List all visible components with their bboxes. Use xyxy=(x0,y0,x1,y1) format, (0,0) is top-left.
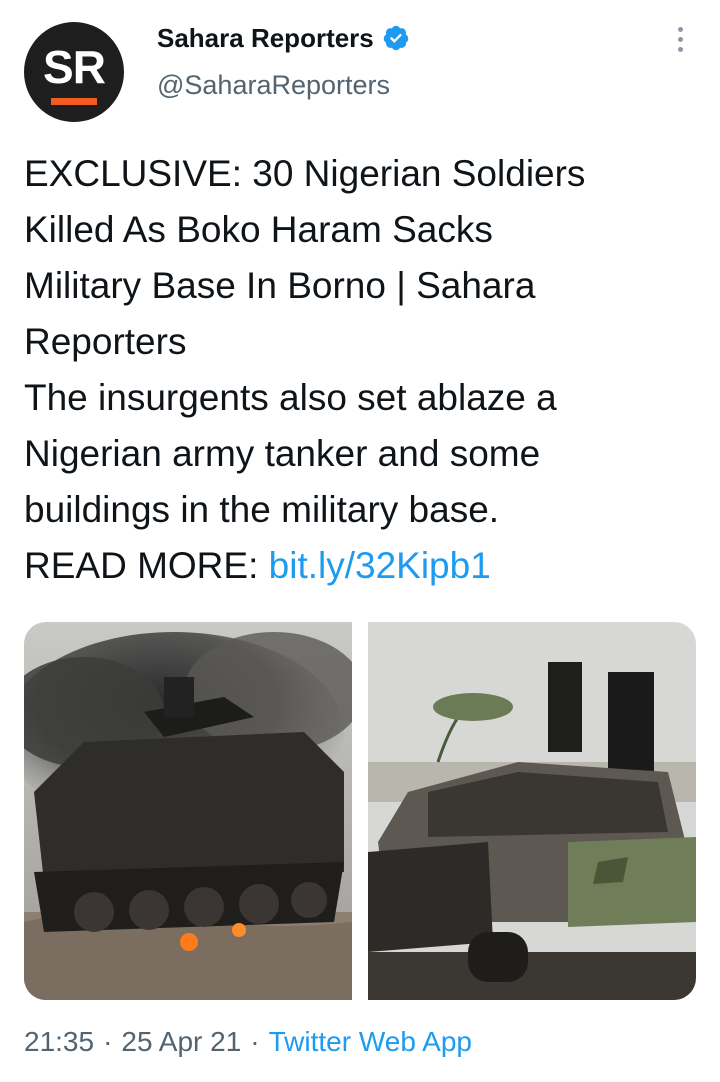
tweet-media[interactable] xyxy=(24,622,696,1000)
tweet-header: SR Sahara Reporters @SaharaReporters xyxy=(0,0,720,130)
display-name[interactable]: Sahara Reporters xyxy=(157,23,374,54)
read-more-link[interactable]: bit.ly/32Kipb1 xyxy=(269,545,491,586)
tweet-source-app[interactable]: Twitter Web App xyxy=(269,1026,472,1058)
avatar[interactable]: SR xyxy=(24,22,124,122)
tweet-meta: 21:35 · 25 Apr 21 · Twitter Web App xyxy=(24,1026,472,1058)
display-name-row[interactable]: Sahara Reporters xyxy=(157,20,410,56)
tweet-date[interactable]: 25 Apr 21 xyxy=(121,1026,241,1058)
tweet-body: EXCLUSIVE: 30 Nigerian Soldiers Killed A… xyxy=(24,153,586,586)
meta-separator: · xyxy=(103,1026,113,1057)
photo-burned-truck[interactable] xyxy=(368,622,696,1000)
handle[interactable]: @SaharaReporters xyxy=(157,70,390,101)
tweet-time[interactable]: 21:35 xyxy=(24,1026,94,1058)
photo-burned-tank[interactable] xyxy=(24,622,352,1000)
avatar-logo-bar xyxy=(51,98,97,105)
meta-separator: · xyxy=(250,1026,260,1057)
avatar-logo-text: SR xyxy=(43,41,106,93)
tweet-text: EXCLUSIVE: 30 Nigerian Soldiers Killed A… xyxy=(24,146,704,594)
verified-badge-icon xyxy=(383,25,409,51)
more-options-icon[interactable] xyxy=(668,24,692,60)
